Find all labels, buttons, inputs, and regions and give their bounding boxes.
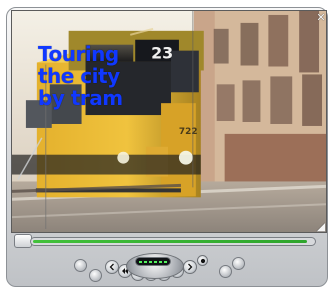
tram-front-window xyxy=(85,61,171,116)
building-window xyxy=(240,22,259,66)
playback-progress-fill xyxy=(33,240,308,243)
tram-sign xyxy=(85,44,134,62)
volume-left-icon[interactable] xyxy=(89,269,102,282)
record-icon xyxy=(200,258,205,263)
time-display xyxy=(135,257,171,266)
building-window xyxy=(268,14,289,67)
tram-side-window xyxy=(49,84,82,124)
tram-fleet-number: 722 xyxy=(179,127,198,137)
building-window xyxy=(302,74,323,126)
building-window xyxy=(242,80,261,122)
video-scene: 23 722 xyxy=(12,11,326,232)
transport-controls xyxy=(74,249,270,284)
chevron-right-icon xyxy=(188,263,193,271)
video-viewport: 23 722 Touring the city by tram ✕ ◢ xyxy=(11,10,327,233)
tram-lower-stripe xyxy=(12,154,201,175)
next-button[interactable] xyxy=(183,260,197,274)
tram-headlight xyxy=(117,151,130,164)
chevron-left-icon xyxy=(109,263,114,271)
prev-button[interactable] xyxy=(105,260,119,274)
close-icon[interactable]: ✕ xyxy=(315,12,326,24)
tram-headlight xyxy=(178,150,193,165)
volume-right-icon[interactable] xyxy=(219,265,232,278)
volume-right-icon[interactable] xyxy=(232,257,245,270)
volume-left-icon[interactable] xyxy=(74,259,87,272)
playback-timeline[interactable] xyxy=(30,237,316,246)
tram-windshield xyxy=(170,50,199,93)
tram-route-number: 23 xyxy=(151,44,173,63)
building-window xyxy=(270,76,293,124)
resize-icon[interactable]: ◢ xyxy=(315,221,326,233)
record-button[interactable] xyxy=(197,255,208,266)
tram-side-window xyxy=(25,100,52,128)
building-window xyxy=(213,28,229,64)
storefront xyxy=(224,133,326,190)
building-window xyxy=(216,84,235,122)
